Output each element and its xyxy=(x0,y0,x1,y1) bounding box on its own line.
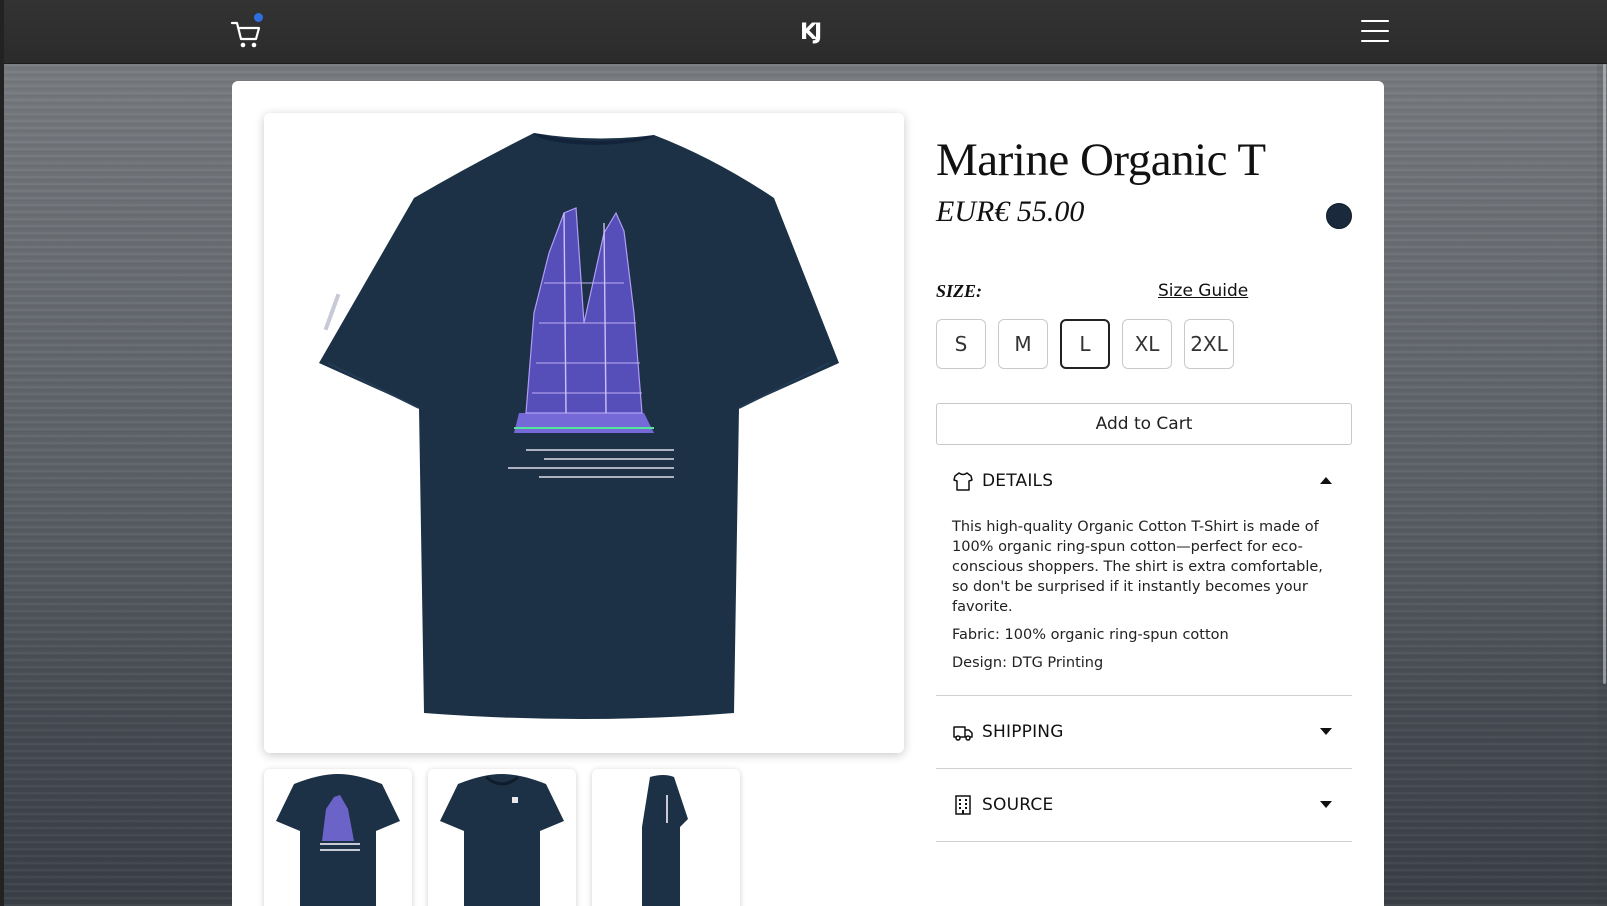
accordion-source-label: SOURCE xyxy=(982,795,1054,815)
top-navigation-bar: KJ xyxy=(4,0,1607,64)
size-guide-link[interactable]: Size Guide xyxy=(1158,281,1248,301)
window-left-edge xyxy=(0,0,4,906)
thumbnail-back-view[interactable] xyxy=(264,769,412,906)
size-header: SIZE: Size Guide xyxy=(936,277,1352,307)
hamburger-line xyxy=(1361,40,1389,42)
thumbnail-front-image xyxy=(440,774,564,906)
size-options: S M L XL 2XL xyxy=(936,319,1352,371)
size-option-s[interactable]: S xyxy=(936,319,986,369)
details-description: This high-quality Organic Cotton T-Shirt… xyxy=(952,519,1323,615)
details-fabric: Fabric: 100% organic ring-spun cotton xyxy=(952,627,1229,643)
price-row: EUR€ 55.00 xyxy=(936,189,1352,239)
hamburger-menu-button[interactable] xyxy=(1361,20,1389,46)
accordion-shipping-label: SHIPPING xyxy=(982,722,1064,742)
size-option-2xl[interactable]: 2XL xyxy=(1184,319,1234,369)
hamburger-line xyxy=(1361,30,1389,32)
accordion-shipping: SHIPPING xyxy=(936,696,1352,769)
thumbnail-front-view[interactable] xyxy=(428,769,576,906)
chevron-down-icon xyxy=(1320,728,1332,735)
thumbnail-side-view[interactable] xyxy=(592,769,740,906)
product-card: Marine Organic T EUR€ 55.00 SIZE: Size G… xyxy=(232,81,1384,906)
thumbnail-back-image xyxy=(276,774,400,906)
tshirt-back-image xyxy=(319,133,839,719)
hamburger-menu-icon xyxy=(1361,20,1389,22)
accordion-details: DETAILS This high-quality Organic Cotton… xyxy=(936,445,1352,696)
accordion-source: SOURCE xyxy=(936,769,1352,842)
size-option-xl[interactable]: XL xyxy=(1122,319,1172,369)
thumbnail-side-image xyxy=(642,775,688,906)
details-design: Design: DTG Printing xyxy=(952,655,1104,671)
accordion-source-header[interactable]: SOURCE xyxy=(936,769,1352,841)
cart-button[interactable] xyxy=(230,13,263,50)
accordion-shipping-header[interactable]: SHIPPING xyxy=(936,696,1352,768)
size-option-m[interactable]: M xyxy=(998,319,1048,369)
add-to-cart-button[interactable]: Add to Cart xyxy=(936,403,1352,445)
accordion-details-header[interactable]: DETAILS xyxy=(936,445,1352,517)
accordion-details-label: DETAILS xyxy=(982,471,1054,491)
page-scrollbar-thumb[interactable] xyxy=(1603,64,1606,684)
size-label: SIZE: xyxy=(936,281,983,301)
accordion-details-body: This high-quality Organic Cotton T-Shirt… xyxy=(936,517,1352,695)
main-product-image[interactable] xyxy=(264,113,904,753)
truck-icon xyxy=(953,726,973,741)
building-icon xyxy=(955,795,971,815)
brand-logo[interactable]: KJ xyxy=(800,20,828,46)
tshirt-icon xyxy=(953,472,973,491)
color-swatch-navy[interactable] xyxy=(1326,203,1352,229)
product-price: EUR€ 55.00 xyxy=(936,195,1085,228)
product-info: Marine Organic T EUR€ 55.00 SIZE: Size G… xyxy=(936,131,1352,842)
chevron-down-icon xyxy=(1320,801,1332,808)
product-title: Marine Organic T xyxy=(936,134,1266,186)
cart-badge xyxy=(254,13,263,22)
chevron-up-icon xyxy=(1320,477,1332,484)
size-option-l[interactable]: L xyxy=(1060,319,1110,369)
